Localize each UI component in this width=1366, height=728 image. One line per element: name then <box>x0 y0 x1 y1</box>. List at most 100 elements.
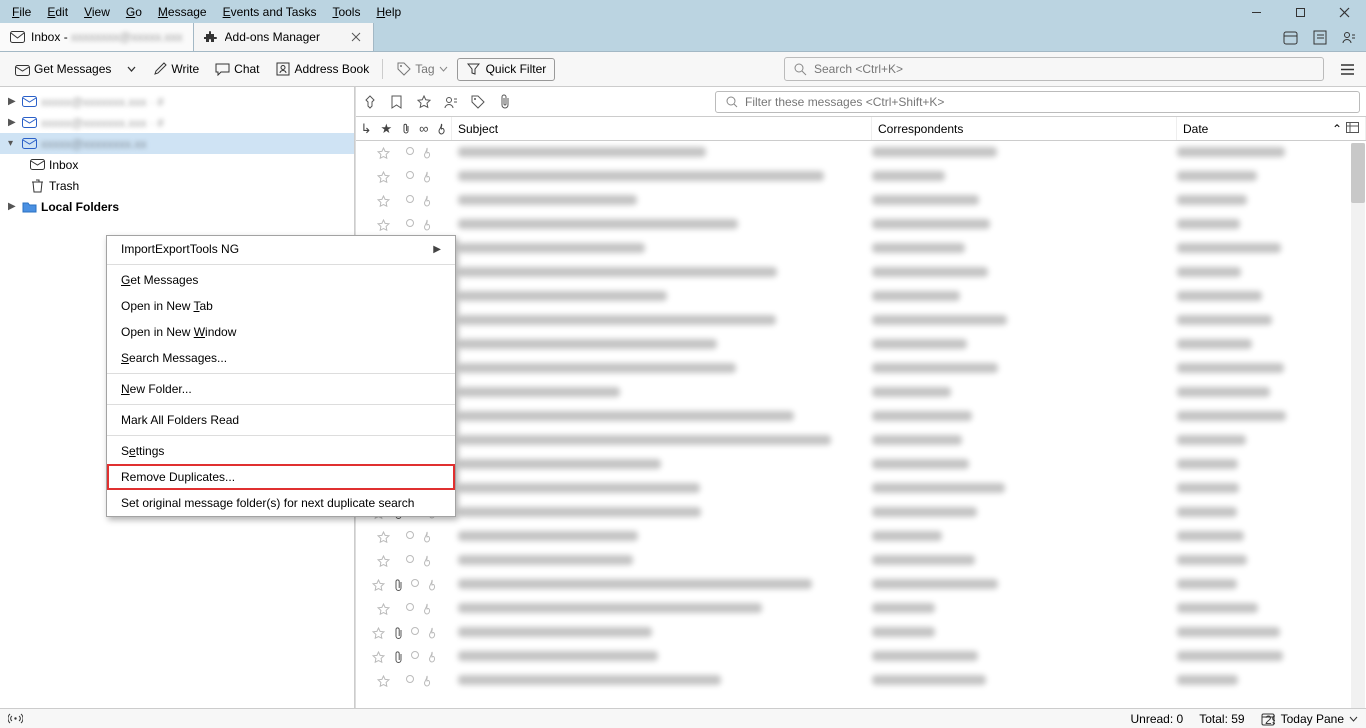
close-icon[interactable] <box>349 30 363 44</box>
star-icon[interactable] <box>372 627 385 640</box>
star-icon[interactable] <box>377 195 390 208</box>
app-menu-button[interactable] <box>1340 63 1358 76</box>
quick-filter-button[interactable]: Quick Filter <box>457 58 556 81</box>
menu-help[interactable]: Help <box>368 2 409 22</box>
ctx-mark-all-folders-read[interactable]: Mark All Folders Read <box>107 407 455 433</box>
menu-go[interactable]: Go <box>118 2 150 22</box>
filter-messages-input[interactable]: Filter these messages <Ctrl+Shift+K> <box>715 91 1360 113</box>
flame-icon[interactable] <box>427 651 437 664</box>
star-icon[interactable] <box>377 603 390 616</box>
star-col-icon[interactable]: ★ <box>380 121 392 137</box>
message-row[interactable] <box>356 597 1366 621</box>
column-subject[interactable]: Subject <box>452 117 872 140</box>
flame-icon[interactable] <box>422 675 432 688</box>
thread-col-icon[interactable]: ↳ <box>361 121 372 137</box>
bookmark-icon[interactable] <box>389 94 404 109</box>
star-icon[interactable] <box>377 171 390 184</box>
message-row[interactable] <box>356 573 1366 597</box>
flame-icon[interactable] <box>422 531 432 544</box>
ctx-get-messages[interactable]: Get Messages <box>107 267 455 293</box>
attachment-icon[interactable] <box>497 94 512 109</box>
get-messages-dropdown[interactable] <box>120 62 143 76</box>
message-row[interactable] <box>356 261 1366 285</box>
address-book-button[interactable]: Address Book <box>269 58 377 81</box>
message-row[interactable] <box>356 549 1366 573</box>
read-icon[interactable] <box>406 171 414 179</box>
menu-message[interactable]: Message <box>150 2 215 22</box>
flame-icon[interactable] <box>422 603 432 616</box>
read-icon[interactable] <box>406 555 414 563</box>
message-row[interactable] <box>356 405 1366 429</box>
star-icon[interactable] <box>377 555 390 568</box>
read-icon[interactable] <box>406 195 414 203</box>
scrollbar[interactable] <box>1351 143 1365 708</box>
star-icon[interactable] <box>377 147 390 160</box>
flame-icon[interactable] <box>422 195 432 208</box>
message-row[interactable] <box>356 645 1366 669</box>
pin-icon[interactable] <box>362 94 377 109</box>
message-row[interactable] <box>356 309 1366 333</box>
scroll-thumb[interactable] <box>1351 143 1365 203</box>
attach-col-icon[interactable] <box>401 123 410 135</box>
message-row[interactable] <box>356 213 1366 237</box>
message-row[interactable] <box>356 525 1366 549</box>
message-row[interactable] <box>356 237 1366 261</box>
star-icon[interactable] <box>416 94 431 109</box>
flame-col-icon[interactable] <box>437 123 446 135</box>
close-button[interactable] <box>1322 0 1366 24</box>
flame-icon[interactable] <box>422 219 432 232</box>
maximize-button[interactable] <box>1278 0 1322 24</box>
read-icon[interactable] <box>411 627 419 635</box>
read-icon[interactable] <box>406 147 414 155</box>
message-row[interactable] <box>356 477 1366 501</box>
tag-button[interactable]: Tag <box>389 58 454 81</box>
flame-icon[interactable] <box>427 579 437 592</box>
message-row[interactable] <box>356 453 1366 477</box>
column-picker-icon[interactable] <box>1346 122 1359 136</box>
glasses-col-icon[interactable]: ∞ <box>419 121 428 136</box>
column-correspondents[interactable]: Correspondents <box>872 117 1177 140</box>
message-row[interactable] <box>356 501 1366 525</box>
today-pane-toggle[interactable]: 29 Today Pane <box>1261 711 1358 726</box>
ctx-new-folder[interactable]: New Folder... <box>107 376 455 402</box>
message-row[interactable] <box>356 381 1366 405</box>
read-icon[interactable] <box>406 603 414 611</box>
account-row[interactable]: ▶xxxxx@xxxxxxx.xxx · # <box>0 112 354 133</box>
folder-inbox[interactable]: Inbox <box>0 154 354 175</box>
message-row[interactable] <box>356 621 1366 645</box>
contact-icon[interactable] <box>443 94 458 109</box>
star-icon[interactable] <box>377 675 390 688</box>
message-row[interactable] <box>356 141 1366 165</box>
global-search-input[interactable]: Search <Ctrl+K> <box>784 57 1324 81</box>
message-row[interactable] <box>356 357 1366 381</box>
star-icon[interactable] <box>372 579 385 592</box>
menu-tools[interactable]: Tools <box>324 2 368 22</box>
write-button[interactable]: Write <box>145 58 206 81</box>
activity-icon[interactable] <box>8 711 23 726</box>
message-row[interactable] <box>356 669 1366 693</box>
ctx-search-messages[interactable]: Search Messages... <box>107 345 455 371</box>
read-icon[interactable] <box>411 651 419 659</box>
ctx-set-original-message-folder-s-for-next-duplicate-search[interactable]: Set original message folder(s) for next … <box>107 490 455 516</box>
flame-icon[interactable] <box>422 147 432 160</box>
read-icon[interactable] <box>411 579 419 587</box>
ctx-importexporttools-ng[interactable]: ImportExportTools NG▶ <box>107 236 455 262</box>
star-icon[interactable] <box>377 219 390 232</box>
tasks-icon[interactable] <box>1312 30 1327 45</box>
message-row[interactable] <box>356 429 1366 453</box>
menu-file[interactable]: File <box>4 2 39 22</box>
message-row[interactable] <box>356 333 1366 357</box>
message-row[interactable] <box>356 285 1366 309</box>
tab-inbox[interactable]: Inbox - xxxxxxxx@xxxxx.xxx <box>0 23 194 51</box>
message-row[interactable] <box>356 165 1366 189</box>
star-icon[interactable] <box>372 651 385 664</box>
ctx-settings[interactable]: Settings <box>107 438 455 464</box>
chat-button[interactable]: Chat <box>208 58 266 81</box>
account-row-selected[interactable]: ▾xxxxx@xxxxxxxx.xx <box>0 133 354 154</box>
get-messages-button[interactable]: Get Messages <box>8 58 118 81</box>
ctx-open-in-new-window[interactable]: Open in New Window <box>107 319 455 345</box>
read-icon[interactable] <box>406 675 414 683</box>
flame-icon[interactable] <box>422 171 432 184</box>
star-icon[interactable] <box>377 531 390 544</box>
contacts-icon[interactable] <box>1341 30 1356 45</box>
